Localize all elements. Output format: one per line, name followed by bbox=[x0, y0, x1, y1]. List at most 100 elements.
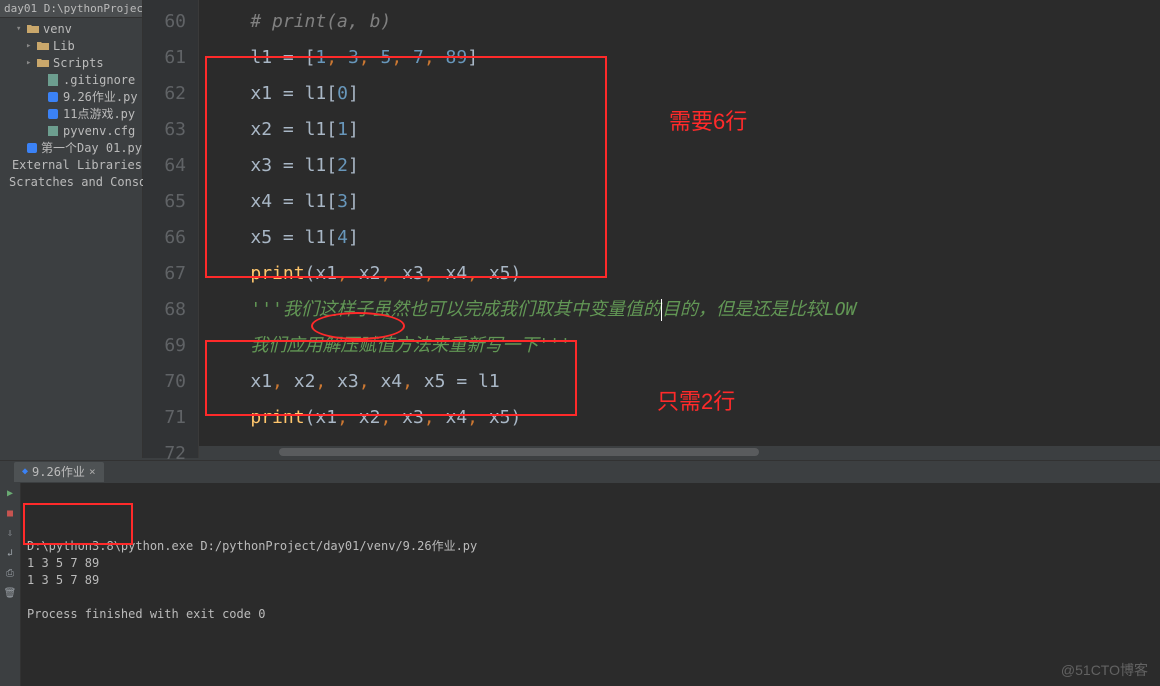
code-token: = bbox=[283, 155, 305, 176]
run-console[interactable]: D:\python3.8\python.exe D:/pythonProject… bbox=[21, 483, 1160, 686]
code-token: , bbox=[391, 47, 402, 68]
tree-scratches[interactable]: Scratches and Consoles bbox=[0, 173, 142, 190]
python-file-icon bbox=[46, 107, 60, 121]
stop-icon[interactable]: ■ bbox=[3, 507, 17, 521]
print-icon[interactable]: ⎙ bbox=[3, 567, 17, 581]
console-line: 1 3 5 7 89 bbox=[27, 555, 1154, 572]
code-token bbox=[402, 47, 413, 68]
code-token: ] bbox=[348, 155, 359, 176]
code-token: , bbox=[380, 263, 391, 284]
close-icon[interactable]: × bbox=[89, 465, 96, 478]
code-line[interactable]: x1 = l1[0] bbox=[207, 76, 1160, 112]
project-tree[interactable]: ▾venv▸Lib▸Scripts .gitignore9.26作业.py11点游… bbox=[0, 18, 142, 190]
code-token: = bbox=[283, 47, 305, 68]
folder-icon bbox=[36, 39, 50, 53]
code-token: 方法来重新写一下 bbox=[394, 335, 538, 356]
code-token: = bbox=[283, 83, 305, 104]
code-line[interactable]: print(x1, x2, x3, x4, x5) bbox=[207, 256, 1160, 292]
code-token: print bbox=[250, 263, 304, 284]
code-token: x3 bbox=[391, 263, 424, 284]
code-token: x5 bbox=[478, 407, 511, 428]
editor-horizontal-scrollbar[interactable] bbox=[199, 446, 1160, 458]
code-token: ] bbox=[467, 47, 478, 68]
tree-item-label: .gitignore bbox=[63, 73, 135, 87]
code-token bbox=[207, 11, 250, 32]
tree-11game[interactable]: 11点游戏.py bbox=[0, 105, 142, 122]
down-icon[interactable]: ⇩ bbox=[3, 527, 17, 541]
code-token: x1 bbox=[315, 407, 337, 428]
scrollbar-thumb[interactable] bbox=[279, 448, 759, 456]
code-token: 4 bbox=[337, 227, 348, 248]
code-token: 目的，但是还是比较LOW bbox=[662, 299, 857, 320]
code-token: x3 bbox=[391, 407, 424, 428]
tree-ext-libs[interactable]: External Libraries bbox=[0, 156, 142, 173]
code-token: l1 bbox=[305, 155, 327, 176]
code-line[interactable]: x4 = l1[3] bbox=[207, 184, 1160, 220]
code-token: x4 bbox=[370, 371, 403, 392]
code-token: x2 bbox=[348, 407, 381, 428]
code-line[interactable]: x2 = l1[1] bbox=[207, 112, 1160, 148]
code-line[interactable]: # print(a, b) bbox=[207, 4, 1160, 40]
run-tab[interactable]: ◆ 9.26作业 × bbox=[14, 462, 104, 482]
code-token: ''' bbox=[538, 335, 571, 356]
code-token: , bbox=[272, 371, 283, 392]
code-token: ( bbox=[305, 407, 316, 428]
code-token: 5 bbox=[380, 47, 391, 68]
code-line[interactable]: l1 = [1, 3, 5, 7, 89] bbox=[207, 40, 1160, 76]
code-token: 2 bbox=[337, 155, 348, 176]
rerun-icon[interactable]: ▶ bbox=[3, 487, 17, 501]
console-line: 1 3 5 7 89 bbox=[27, 572, 1154, 589]
code-token bbox=[207, 335, 250, 356]
code-token: x1 bbox=[250, 371, 272, 392]
code-token: x2 bbox=[283, 371, 316, 392]
code-line[interactable]: x3 = l1[2] bbox=[207, 148, 1160, 184]
code-token bbox=[207, 191, 250, 212]
code-token bbox=[207, 263, 250, 284]
watermark: @51CTO博客 bbox=[1061, 660, 1148, 680]
code-token: x4 bbox=[435, 407, 468, 428]
tree-926[interactable]: 9.26作业.py bbox=[0, 88, 142, 105]
editor-code[interactable]: 需要6行 只需2行 # print(a, b) l1 = [1, 3, 5, 7… bbox=[199, 0, 1160, 458]
code-line[interactable]: x1, x2, x3, x4, x5 = l1 bbox=[207, 364, 1160, 400]
code-token bbox=[207, 371, 250, 392]
soft-wrap-icon[interactable]: ↲ bbox=[3, 547, 17, 561]
code-token: l1 bbox=[305, 227, 327, 248]
code-token: = bbox=[456, 371, 478, 392]
tree-venv[interactable]: ▾venv bbox=[0, 20, 142, 37]
tree-pyvenv[interactable]: pyvenv.cfg bbox=[0, 122, 142, 139]
gutter-line-number: 71 bbox=[143, 400, 198, 436]
code-token: , bbox=[424, 407, 435, 428]
code-line[interactable]: x5 = l1[4] bbox=[207, 220, 1160, 256]
code-token: [ bbox=[305, 47, 316, 68]
gutter-line-number: 66 bbox=[143, 220, 198, 256]
blank-icon bbox=[7, 158, 9, 172]
app-root: day01 D:\pythonProject\da ▾venv▸Lib▸Scri… bbox=[0, 0, 1160, 686]
code-line[interactable]: 我们应用解压赋值方法来重新写一下''' bbox=[207, 328, 1160, 364]
code-token: print bbox=[250, 407, 304, 428]
code-line[interactable]: print(x1, x2, x3, x4, x5) bbox=[207, 400, 1160, 436]
tree-scripts[interactable]: ▸Scripts bbox=[0, 54, 142, 71]
code-token: ] bbox=[348, 119, 359, 140]
code-editor[interactable]: 60616263646566676869707172 需要6行 只需2行 # p… bbox=[143, 0, 1160, 458]
run-toolstrip: ▶ ■ ⇩ ↲ ⎙ 🗑 bbox=[0, 483, 21, 686]
tree-first-day[interactable]: 第一个Day 01.py bbox=[0, 139, 142, 156]
tree-lib[interactable]: ▸Lib bbox=[0, 37, 142, 54]
tree-item-label: 11点游戏.py bbox=[63, 105, 135, 122]
code-token: ) bbox=[511, 407, 522, 428]
code-token bbox=[207, 155, 250, 176]
code-token: 0 bbox=[337, 83, 348, 104]
code-token: , bbox=[424, 47, 435, 68]
code-token: x1 bbox=[250, 83, 283, 104]
code-token: [ bbox=[326, 119, 337, 140]
trash-icon[interactable]: 🗑 bbox=[3, 587, 17, 601]
code-token bbox=[337, 47, 348, 68]
upper-pane: day01 D:\pythonProject\da ▾venv▸Lib▸Scri… bbox=[0, 0, 1160, 458]
code-line[interactable]: '''我们这样子虽然也可以完成我们取其中变量值的目的，但是还是比较LOW bbox=[207, 292, 1160, 328]
tree-gitignore[interactable]: .gitignore bbox=[0, 71, 142, 88]
gutter-line-number: 64 bbox=[143, 148, 198, 184]
code-token: [ bbox=[326, 83, 337, 104]
tree-arrow-icon: ▾ bbox=[16, 24, 26, 34]
project-sidebar: day01 D:\pythonProject\da ▾venv▸Lib▸Scri… bbox=[0, 0, 143, 458]
code-token: 1 bbox=[337, 119, 348, 140]
code-token: , bbox=[402, 371, 413, 392]
